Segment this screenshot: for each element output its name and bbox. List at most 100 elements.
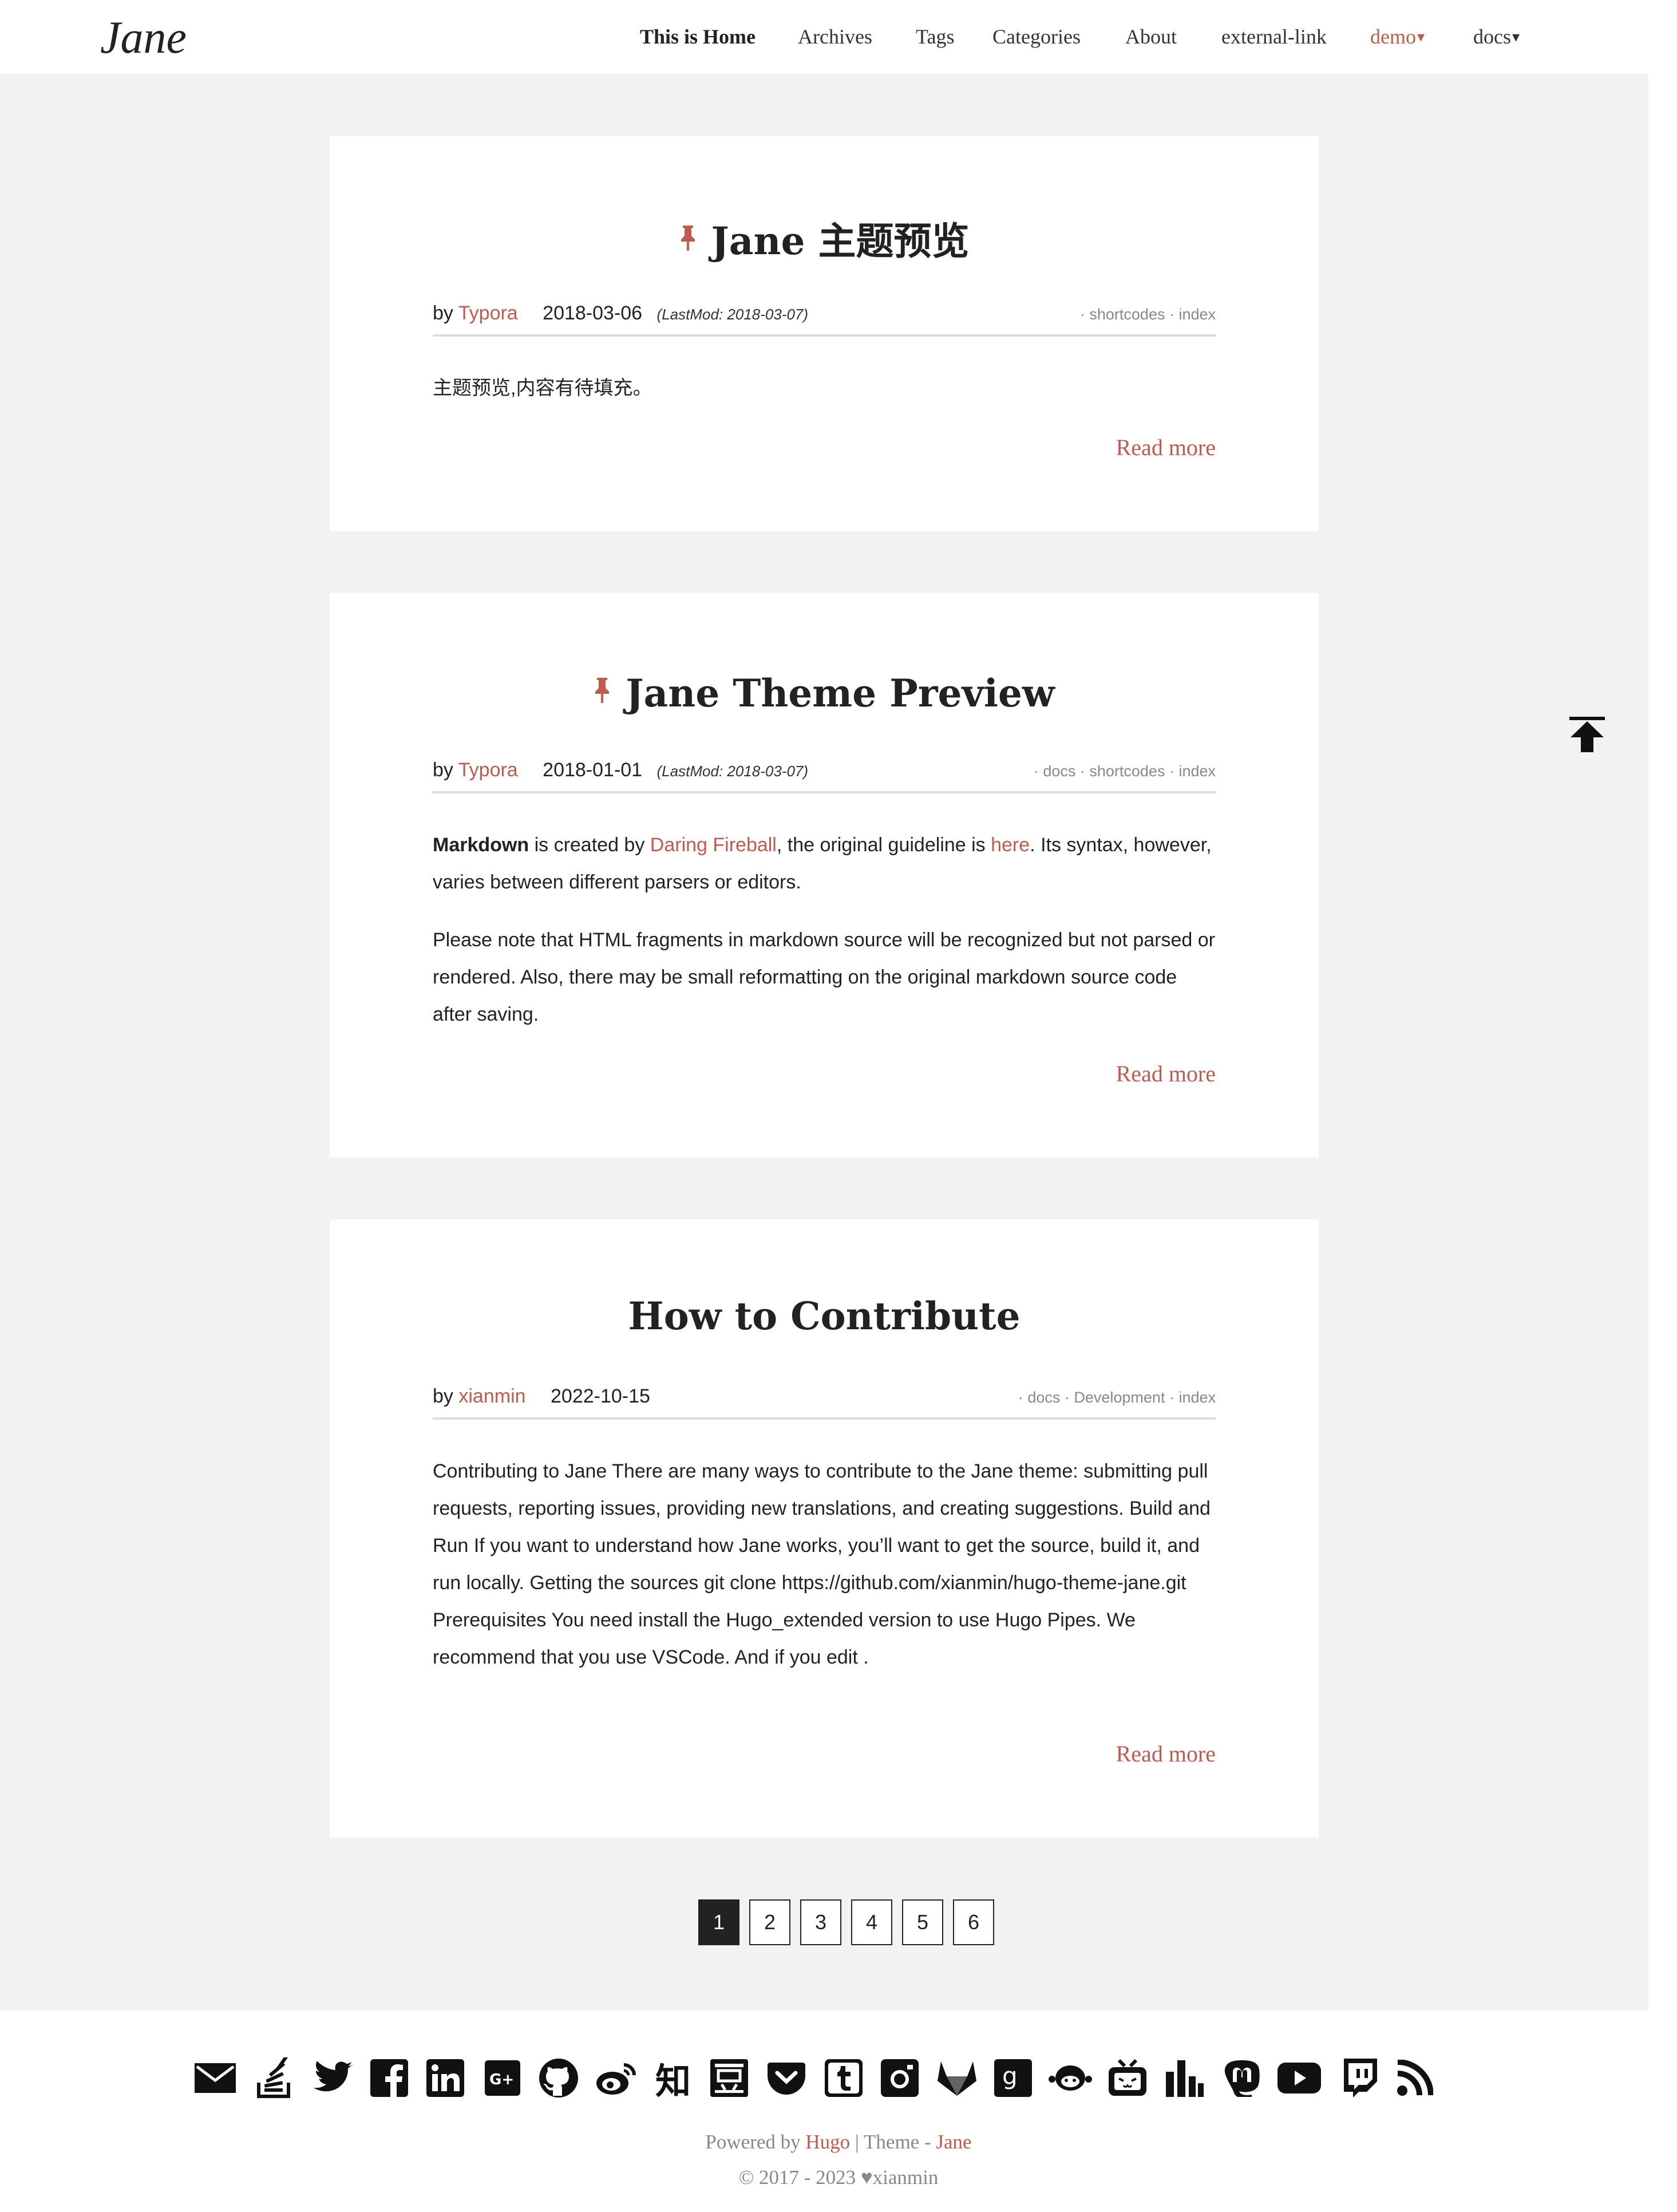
google-plus-icon[interactable]: G+ bbox=[481, 2056, 524, 2100]
powered-prefix: Powered by bbox=[705, 2131, 806, 2153]
mastodon-icon[interactable] bbox=[1220, 2056, 1264, 2100]
read-more-link[interactable]: Read more bbox=[1116, 1740, 1216, 1767]
post-title-text: Jane Theme Preview bbox=[626, 671, 1055, 716]
page-2[interactable]: 2 bbox=[749, 1899, 790, 1945]
guideline-link[interactable]: here bbox=[991, 834, 1030, 856]
post-lastmod: (LastMod: 2018-03-07) bbox=[656, 306, 809, 323]
post-summary-text: Contributing to Jane There are many ways… bbox=[433, 1460, 1211, 1668]
goodreads-icon[interactable]: g bbox=[991, 2056, 1035, 2100]
post-summary: 主题预览,内容有待填充。 bbox=[433, 370, 1216, 428]
back-to-top-button[interactable] bbox=[1568, 716, 1606, 753]
svg-text:G+: G+ bbox=[489, 2071, 514, 2088]
rss-icon[interactable] bbox=[1393, 2056, 1437, 2100]
nav-item-external-link[interactable]: external-link bbox=[1221, 23, 1327, 50]
post-card: Jane Theme Preview by Typora 2018-01-01 … bbox=[330, 593, 1319, 1158]
post-title-text: Jane 主题预览 bbox=[711, 219, 970, 263]
gitlab-icon[interactable] bbox=[935, 2056, 979, 2100]
pin-icon bbox=[594, 667, 611, 703]
linkedin-icon[interactable] bbox=[424, 2056, 467, 2100]
nav-item-about[interactable]: About bbox=[1125, 23, 1177, 50]
post-title-text: How to Contribute bbox=[628, 1294, 1021, 1338]
post-paragraph-2: Please note that HTML fragments in markd… bbox=[433, 929, 1215, 1025]
post-summary-text: 主题预览,内容有待填充。 bbox=[433, 377, 652, 399]
chevron-down-icon: ▾ bbox=[1417, 29, 1425, 45]
pocket-icon[interactable] bbox=[765, 2056, 808, 2100]
post-tags[interactable]: · docs · shortcodes · index bbox=[1034, 763, 1216, 780]
powered-separator: | Theme - bbox=[850, 2131, 936, 2153]
nav-item-categories[interactable]: Categories bbox=[992, 23, 1081, 50]
stack-overflow-icon[interactable] bbox=[253, 2056, 296, 2100]
read-more-link[interactable]: Read more bbox=[1116, 1060, 1216, 1087]
svg-text:g: g bbox=[1002, 2062, 1018, 2090]
nav-item-docs[interactable]: docs▾ bbox=[1473, 23, 1520, 51]
back-to-top-icon bbox=[1569, 717, 1605, 752]
post-card: How to Contribute by xianmin 2022-10-15 … bbox=[330, 1219, 1319, 1838]
page-margin bbox=[1648, 73, 1677, 2010]
post-author-link[interactable]: xianmin bbox=[458, 1385, 525, 1407]
post-author-link[interactable]: Typora bbox=[458, 759, 518, 781]
nav-item-home[interactable]: This is Home bbox=[640, 23, 756, 76]
email-icon[interactable] bbox=[193, 2056, 237, 2100]
copyright: © 2017 - 2023 ♥xianmin bbox=[0, 2166, 1677, 2189]
main-nav: This is Home Archives Tags Categories Ab… bbox=[0, 23, 1677, 76]
site-footer: G+ 知 g Powered by Hugo | Theme - Jane © … bbox=[0, 2010, 1677, 2212]
post-summary: Contributing to Jane There are many ways… bbox=[433, 1453, 1216, 1697]
post-meta: by xianmin 2022-10-15 · docs · Developme… bbox=[433, 1385, 1216, 1420]
post-by-label: by bbox=[433, 1385, 453, 1407]
post-author-link[interactable]: Typora bbox=[458, 302, 518, 324]
jane-theme-link[interactable]: Jane bbox=[936, 2131, 971, 2153]
bilibili-icon[interactable] bbox=[1106, 2056, 1149, 2100]
post-date: 2018-01-01 bbox=[543, 759, 643, 781]
heart-icon: ♥ bbox=[860, 2166, 873, 2189]
nav-item-docs-label: docs bbox=[1473, 25, 1511, 48]
post-date: 2022-10-15 bbox=[551, 1385, 650, 1407]
text-run: , the original guideline is bbox=[776, 834, 991, 856]
youtube-icon[interactable] bbox=[1277, 2056, 1321, 2100]
post-title[interactable]: Jane 主题预览 bbox=[330, 211, 1319, 266]
daring-fireball-link[interactable]: Daring Fireball bbox=[650, 834, 777, 856]
twitter-icon[interactable] bbox=[311, 2056, 355, 2100]
post-by-label: by bbox=[433, 302, 453, 324]
nav-item-tags[interactable]: Tags bbox=[916, 23, 954, 50]
post-meta: by Typora 2018-03-06 (LastMod: 2018-03-0… bbox=[433, 302, 1216, 337]
nav-item-archives[interactable]: Archives bbox=[798, 23, 872, 50]
hugo-link[interactable]: Hugo bbox=[805, 2131, 850, 2153]
post-date: 2018-03-06 bbox=[543, 302, 643, 324]
text-run: is created by bbox=[529, 834, 650, 856]
post-meta: by Typora 2018-01-01 (LastMod: 2018-03-0… bbox=[433, 759, 1216, 793]
copyright-years: © 2017 - 2023 bbox=[738, 2166, 856, 2189]
post-title[interactable]: Jane Theme Preview bbox=[330, 667, 1319, 716]
post-lastmod: (LastMod: 2018-03-07) bbox=[656, 763, 809, 780]
post-summary: Markdown is created by Daring Fireball, … bbox=[433, 827, 1216, 1054]
coding-icon[interactable] bbox=[1049, 2056, 1092, 2100]
zhihu-icon[interactable]: 知 bbox=[651, 2056, 695, 2102]
instagram-icon[interactable] bbox=[878, 2056, 921, 2100]
github-icon[interactable] bbox=[537, 2056, 580, 2100]
facebook-icon[interactable] bbox=[367, 2056, 411, 2100]
page-4[interactable]: 4 bbox=[851, 1899, 892, 1945]
bar-chart-icon[interactable] bbox=[1163, 2056, 1207, 2100]
page-1[interactable]: 1 bbox=[698, 1899, 739, 1945]
post-paragraph-1: Markdown is created by Daring Fireball, … bbox=[433, 827, 1216, 901]
post-tags[interactable]: · shortcodes · index bbox=[1080, 306, 1216, 323]
chevron-down-icon: ▾ bbox=[1512, 29, 1520, 45]
pin-icon bbox=[679, 215, 697, 251]
page-6[interactable]: 6 bbox=[953, 1899, 994, 1945]
nav-item-demo[interactable]: demo▾ bbox=[1370, 23, 1425, 76]
weibo-icon[interactable] bbox=[594, 2056, 638, 2100]
douban-icon[interactable] bbox=[707, 2056, 751, 2100]
markdown-bold: Markdown bbox=[433, 834, 529, 856]
twitch-icon[interactable] bbox=[1337, 2056, 1381, 2100]
read-more-link[interactable]: Read more bbox=[1116, 434, 1216, 461]
powered-by: Powered by Hugo | Theme - Jane bbox=[0, 2131, 1677, 2154]
post-by-label: by bbox=[433, 759, 453, 781]
tumblr-icon[interactable] bbox=[822, 2056, 865, 2100]
post-title[interactable]: How to Contribute bbox=[330, 1294, 1319, 1338]
post-card: Jane 主题预览 by Typora 2018-03-06 (LastMod:… bbox=[330, 136, 1319, 531]
post-tags[interactable]: · docs · Development · index bbox=[1018, 1389, 1216, 1407]
page-5[interactable]: 5 bbox=[902, 1899, 943, 1945]
copyright-owner: xianmin bbox=[872, 2166, 939, 2189]
nav-item-demo-label: demo bbox=[1370, 25, 1416, 48]
site-header: Jane This is Home Archives Tags Categori… bbox=[0, 0, 1677, 76]
page-3[interactable]: 3 bbox=[800, 1899, 841, 1945]
